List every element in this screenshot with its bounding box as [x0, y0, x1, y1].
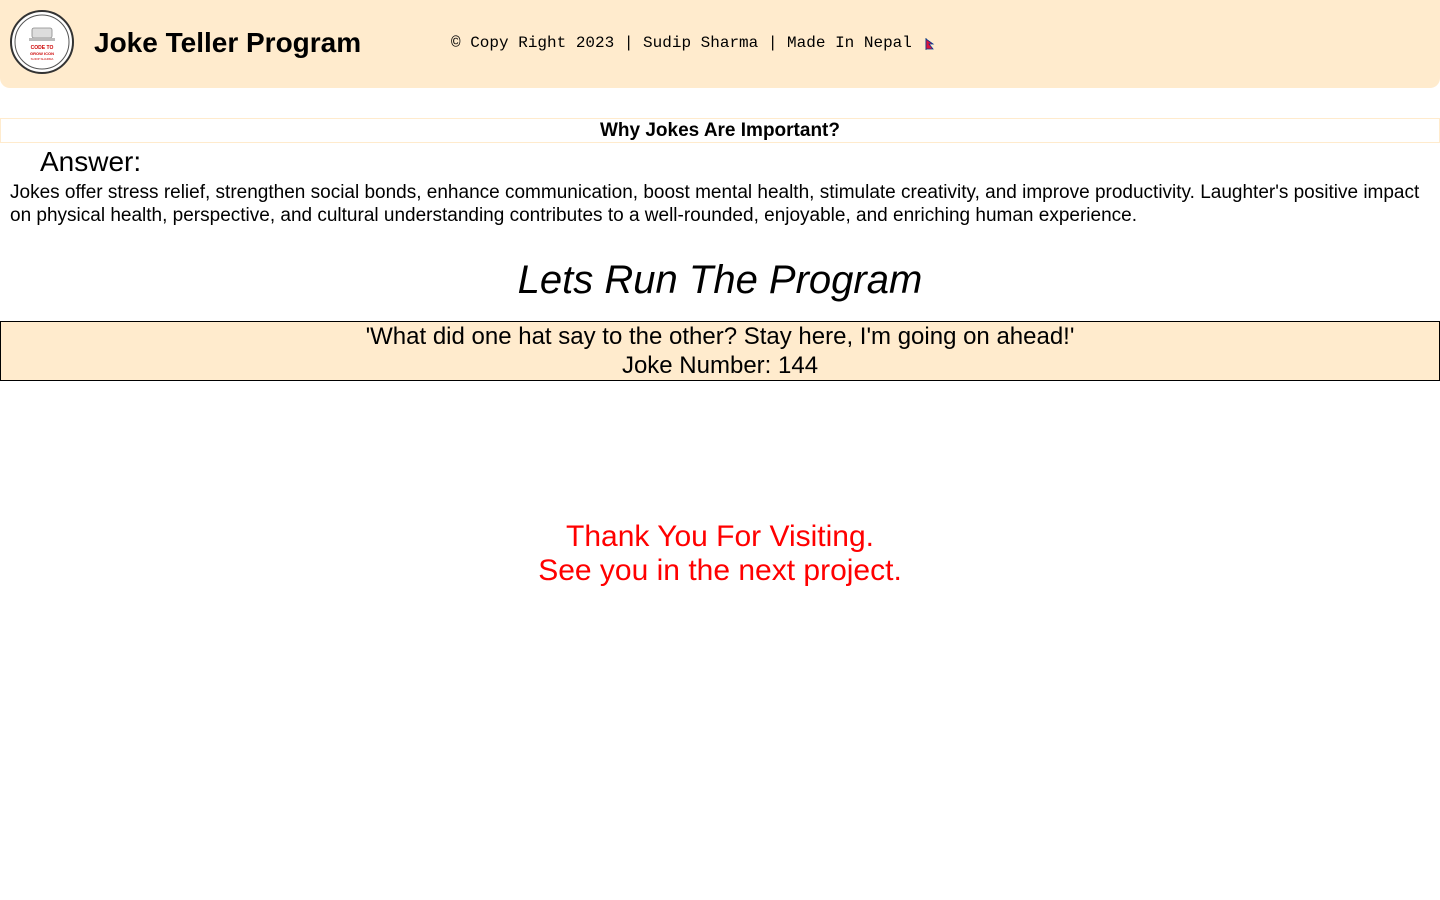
answer-label: Answer: — [40, 146, 142, 177]
thanks-line-2: See you in the next project. — [538, 554, 902, 587]
logo-line-2: GROW ICON — [30, 51, 54, 56]
site-header: CODE TO GROW ICON SUDIP SHARMA Joke Tell… — [0, 0, 1440, 88]
thank-you-message: Thank You For Visiting. See you in the n… — [0, 520, 1440, 588]
thanks-line-1: Thank You For Visiting. — [566, 520, 874, 553]
copyright-text: © Copy Right 2023 | Sudip Sharma | Made … — [451, 34, 912, 52]
copyright-notice: © Copy Right 2023 | Sudip Sharma | Made … — [451, 34, 935, 52]
site-title: Joke Teller Program — [94, 27, 362, 58]
logo-line-3: SUDIP SHARMA — [31, 57, 54, 61]
joke-box: 'What did one hat say to the other? Stay… — [0, 321, 1440, 381]
faq-question: Why Jokes Are Important? — [0, 118, 1440, 143]
program-title: Lets Run The Program — [517, 258, 923, 302]
answer-text: Jokes offer stress relief, strengthen so… — [10, 182, 1420, 226]
joke-text: 'What did one hat say to the other? Stay… — [365, 323, 1075, 350]
nepal-flag-icon — [925, 37, 935, 50]
code-to-grow-logo-icon: CODE TO GROW ICON SUDIP SHARMA — [10, 10, 74, 74]
joke-number: Joke Number: 144 — [621, 352, 819, 379]
